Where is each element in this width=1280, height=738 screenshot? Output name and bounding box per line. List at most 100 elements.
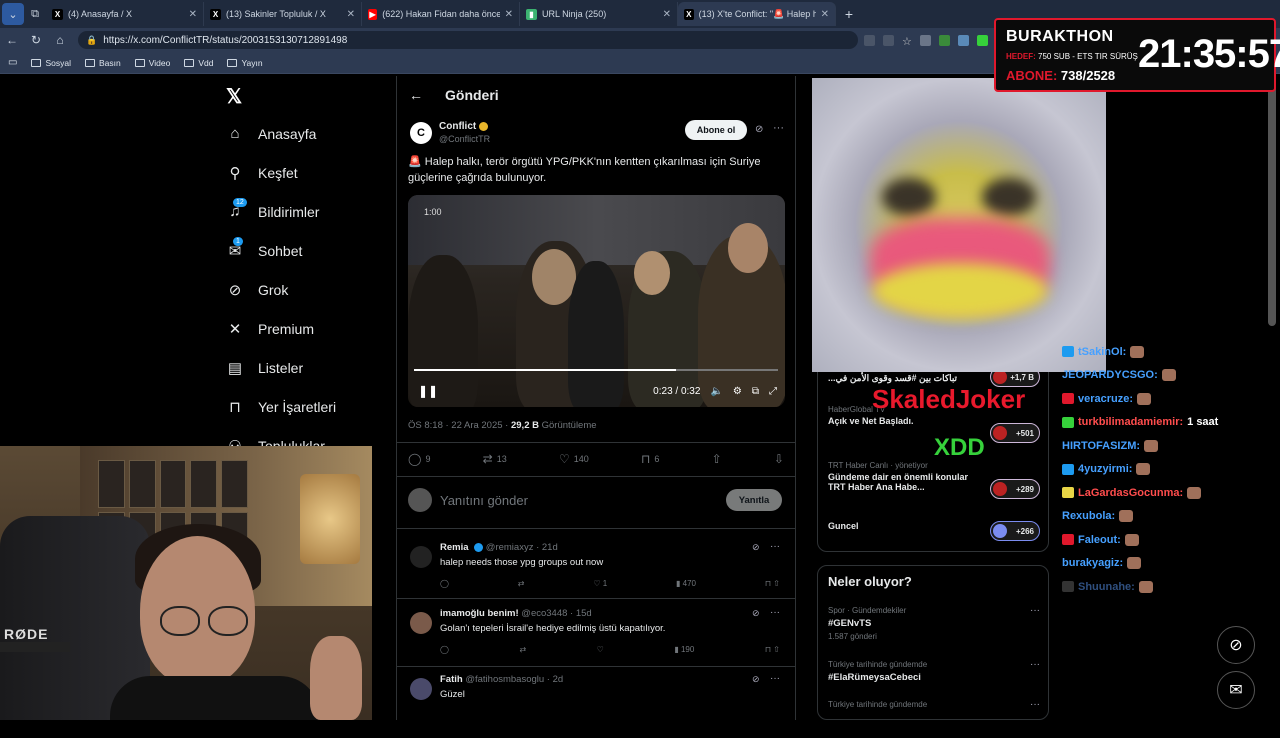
more-icon[interactable]: ··· xyxy=(773,122,784,134)
reply-icon[interactable]: ◯ xyxy=(440,579,449,588)
close-tab-icon[interactable]: ✕ xyxy=(505,9,513,20)
extension-icon[interactable] xyxy=(864,34,875,46)
chat-username[interactable]: 4yuzyirmi: xyxy=(1078,463,1132,475)
x-logo-icon[interactable]: 𝕏 xyxy=(226,84,242,109)
reply-submit-button[interactable]: Yanıtla xyxy=(726,489,782,511)
chat-username[interactable]: LaGardasGocunma: xyxy=(1078,487,1183,499)
extension-icon[interactable] xyxy=(919,34,931,46)
more-icon[interactable]: ··· xyxy=(770,607,780,618)
avatar[interactable] xyxy=(410,546,432,568)
author-name[interactable]: Conflict xyxy=(439,121,489,132)
close-tab-icon[interactable]: ✕ xyxy=(821,9,829,20)
more-icon[interactable]: ··· xyxy=(1030,605,1040,616)
sidebar-item-bookmarks[interactable]: ⊓ Yer İşaretleri xyxy=(200,387,396,426)
trend-item[interactable]: ...تباكات بين #قسد وقوى الأمن في xyxy=(828,373,957,384)
chat-username[interactable]: HIRTOFASIZM: xyxy=(1062,440,1140,452)
sidebar-item-notifications[interactable]: ♫ 12 Bildirimler xyxy=(200,192,396,231)
share-button[interactable]: ⇧ xyxy=(712,452,722,466)
browser-tab[interactable]: ▶ (622) Hakan Fidan daha önce Şam ✕ xyxy=(362,2,520,26)
video-progress-bar[interactable] xyxy=(414,369,778,371)
sidebar-item-explore[interactable]: ⚲ Keşfet xyxy=(200,153,396,192)
chat-username[interactable]: JEOPARDYCSGO: xyxy=(1062,369,1158,381)
fullscreen-icon[interactable]: ⤢ xyxy=(769,386,777,397)
avatar[interactable] xyxy=(410,678,432,700)
repost-icon[interactable]: ⇄ xyxy=(519,645,526,654)
download-button[interactable]: ⇩ xyxy=(774,452,784,466)
scrollbar[interactable] xyxy=(1268,76,1276,326)
bookmark-folder[interactable]: Video xyxy=(134,58,170,68)
reply-icon[interactable]: ◯ xyxy=(440,645,449,654)
bookmark-button[interactable]: ⊓ 6 xyxy=(641,452,659,466)
extension-icon[interactable] xyxy=(883,34,894,46)
comment[interactable]: Remia @remiaxyz · 21d ⊘ ··· halep needs … xyxy=(408,541,784,606)
sidebar-item-premium[interactable]: ✕ Premium xyxy=(200,309,396,348)
browser-tab[interactable]: ▮ URL Ninja (250) ✕ xyxy=(520,2,678,26)
extension-icon[interactable] xyxy=(957,34,969,46)
settings-gear-icon[interactable]: ⚙ xyxy=(733,386,742,397)
trend-item[interactable]: Türkiye tarihinde gündemde ··· xyxy=(828,699,1040,710)
post-time[interactable]: ÖS 8:18 · 22 Ara 2025 · xyxy=(408,420,511,431)
chat-username[interactable]: Rexubola: xyxy=(1062,510,1115,522)
url-input[interactable]: 🔒 https://x.com/ConflictTR/status/200315… xyxy=(78,31,858,49)
sidebar-item-grok[interactable]: ⊘ Grok xyxy=(200,270,396,309)
star-icon[interactable]: ☆ xyxy=(902,35,912,48)
avatar[interactable]: C xyxy=(410,122,432,144)
new-tab-button[interactable]: + xyxy=(836,6,862,22)
home-icon[interactable]: ⌂ xyxy=(48,33,72,47)
more-icon[interactable]: ··· xyxy=(1030,699,1040,710)
heart-icon[interactable]: ♡ xyxy=(597,645,604,654)
chat-username[interactable]: Faleout: xyxy=(1078,534,1121,546)
like-button[interactable]: ♡ 140 xyxy=(559,452,589,466)
reply-input[interactable]: Yanıtını gönder xyxy=(440,493,528,508)
chat-username[interactable]: veracruze: xyxy=(1078,393,1133,405)
bookmark-folder[interactable]: Sosyal xyxy=(31,58,71,68)
bookmarks-menu-icon[interactable]: ▭ xyxy=(8,57,17,68)
follow-button[interactable]: Abone ol xyxy=(685,120,747,140)
views-button[interactable]: ▮ 470 xyxy=(676,579,696,588)
chat-username[interactable]: turkbilimadamiemir: xyxy=(1078,416,1183,428)
browser-tab[interactable]: X (13) Sakinler Topluluk / X ✕ xyxy=(204,2,362,26)
grok-icon[interactable]: ⊘ xyxy=(755,124,763,135)
reload-icon[interactable]: ↻ xyxy=(24,33,48,47)
like-button[interactable]: ♡ 1 xyxy=(593,579,607,588)
trend-item[interactable]: Spor · Gündemdekiler #GENvTS 1.587 gönde… xyxy=(828,605,1040,641)
grok-icon[interactable]: ⊘ xyxy=(752,674,760,685)
extension-icon[interactable] xyxy=(938,34,950,46)
listener-count[interactable]: +289 xyxy=(990,479,1040,499)
more-icon[interactable]: ··· xyxy=(770,541,780,552)
author-handle[interactable]: @ConflictTR xyxy=(439,134,490,144)
comment[interactable]: imamoğlu benim! @eco3448 · 15d ⊘ ··· Gol… xyxy=(408,607,784,672)
close-tab-icon[interactable]: ✕ xyxy=(189,9,197,20)
sidebar-item-home[interactable]: ⌂ Anasayfa xyxy=(200,114,396,153)
sidebar-item-lists[interactable]: ▤ Listeler xyxy=(200,348,396,387)
video-player[interactable]: 1:00 ❚❚ 0:23 / 0:32 🔈 ⚙ ⧉ ⤢ xyxy=(408,195,785,407)
sidebar-item-chat[interactable]: ✉ 1 Sohbet xyxy=(200,231,396,270)
comment-author[interactable]: Fatih @fatihosmbasoglu · 2d xyxy=(440,674,563,685)
pause-icon[interactable]: ❚❚ xyxy=(418,384,438,398)
bookmark-icon[interactable]: ⊓ ⇧ xyxy=(765,579,780,588)
tab-list-button[interactable]: ⌄ xyxy=(2,3,24,25)
trend-item[interactable]: TRT Haber Canlı · yönetiyor Gündeme dair … xyxy=(828,461,988,492)
bookmark-folder[interactable]: Basın xyxy=(84,58,121,68)
messages-float-button[interactable]: ✉ xyxy=(1217,671,1255,709)
grok-float-button[interactable]: ⊘ xyxy=(1217,626,1255,664)
listener-count[interactable]: +501 xyxy=(990,423,1040,443)
comment[interactable]: Fatih @fatihosmbasoglu · 2d ⊘ ··· Güzel xyxy=(408,673,784,738)
repost-icon[interactable]: ⇄ xyxy=(518,579,525,588)
repost-button[interactable]: ⇄ 13 xyxy=(483,452,507,466)
extension-icon[interactable] xyxy=(976,34,988,46)
bookmark-icon[interactable]: ⊓ ⇧ xyxy=(765,645,780,654)
close-tab-icon[interactable]: ✕ xyxy=(347,9,355,20)
chat-username[interactable]: burakyagiz: xyxy=(1062,557,1123,569)
close-tab-icon[interactable]: ✕ xyxy=(663,9,671,20)
volume-icon[interactable]: 🔈 xyxy=(710,386,722,397)
bookmark-folder[interactable]: Yayın xyxy=(227,58,263,68)
popout-icon[interactable]: ⧉ xyxy=(752,386,759,397)
bookmark-folder[interactable]: Vdd xyxy=(184,58,213,68)
workspaces-icon[interactable]: ⧉ xyxy=(24,3,46,25)
back-arrow-icon[interactable]: ← xyxy=(409,87,423,103)
listener-count[interactable]: +266 xyxy=(990,521,1040,541)
browser-tab[interactable]: X (4) Anasayfa / X ✕ xyxy=(46,2,204,26)
back-icon[interactable]: ← xyxy=(0,33,24,47)
trend-item[interactable]: Türkiye tarihinde gündemde #ElaRümeysaCe… xyxy=(828,659,1040,683)
